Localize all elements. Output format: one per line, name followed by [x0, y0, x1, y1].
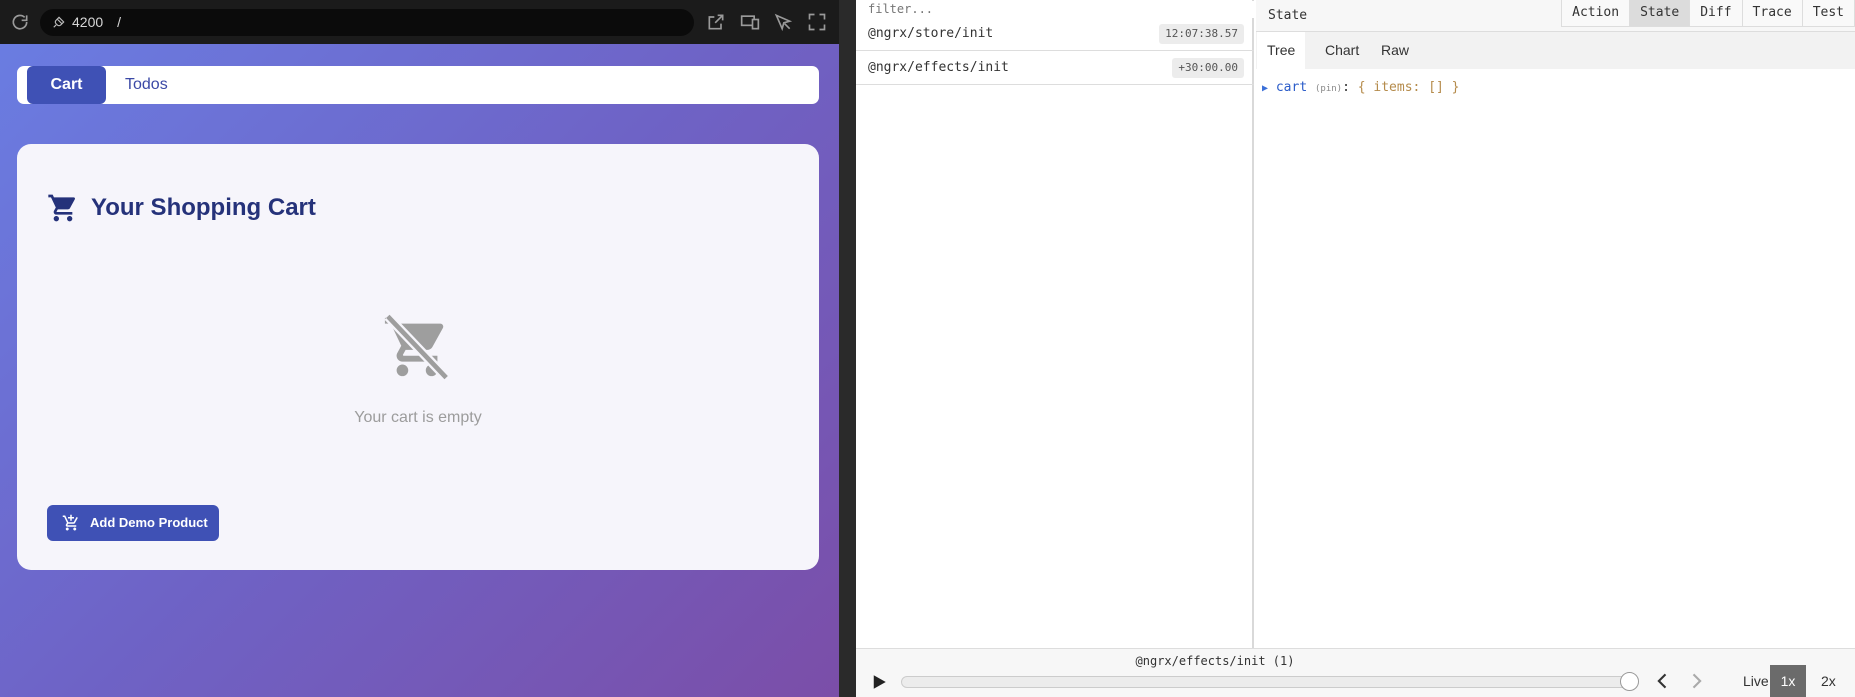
shopping-cart-icon: [48, 194, 76, 222]
plug-icon: [53, 16, 65, 28]
tab-action[interactable]: Action: [1561, 0, 1631, 27]
browser-toolbar: 4200 /: [0, 0, 839, 44]
state-pane: State Action State Diff Trace Test Tree …: [1256, 0, 1855, 648]
chevron-left-icon[interactable]: [1653, 671, 1673, 691]
port-label: 4200: [72, 14, 104, 30]
devices-icon[interactable]: [740, 12, 760, 32]
tab-raw[interactable]: Raw: [1371, 32, 1419, 69]
nav-todos-link[interactable]: Todos: [125, 66, 168, 104]
action-row[interactable]: @ngrx/effects/init +30:00.00: [856, 51, 1254, 85]
state-header-label: State: [1268, 8, 1308, 23]
expand-arrow-icon[interactable]: ▶: [1262, 83, 1268, 94]
tab-trace[interactable]: Trace: [1741, 0, 1803, 27]
action-time: 12:07:38.57: [1159, 24, 1244, 44]
add-shopping-cart-icon: [62, 514, 78, 531]
action-time: +30:00.00: [1172, 58, 1244, 78]
tab-chart[interactable]: Chart: [1315, 32, 1369, 69]
current-action-label: @ngrx/effects/init (1): [1135, 654, 1295, 668]
slider-handle[interactable]: [1620, 672, 1639, 691]
empty-cart-message: Your cart is empty: [354, 409, 482, 426]
nav-cart-button[interactable]: Cart: [27, 66, 106, 104]
action-name: @ngrx/store/init: [868, 26, 994, 41]
tab-test[interactable]: Test: [1801, 0, 1855, 27]
open-external-icon[interactable]: [706, 12, 726, 32]
slider-footer: @ngrx/effects/init (1) Live 1x 2x: [856, 648, 1855, 697]
action-name: @ngrx/effects/init: [868, 60, 1009, 75]
redux-devtools: @ngrx/store/init 12:07:38.57 @ngrx/effec…: [856, 0, 1855, 697]
tree-value: { items: [] }: [1357, 80, 1460, 95]
filter-input[interactable]: [856, 0, 1254, 18]
action-filter: [856, 0, 1254, 18]
action-list-pane: @ngrx/store/init 12:07:38.57 @ngrx/effec…: [856, 0, 1254, 648]
url-path: /: [117, 14, 122, 30]
state-header: State Action State Diff Trace Test: [1256, 0, 1855, 32]
play-icon[interactable]: [870, 673, 888, 691]
inspect-icon[interactable]: [773, 12, 793, 32]
reload-icon[interactable]: [10, 12, 30, 32]
tab-diff[interactable]: Diff: [1689, 0, 1743, 27]
pin-link[interactable]: (pin): [1315, 84, 1342, 94]
panel-splitter[interactable]: [839, 0, 856, 697]
fullscreen-icon[interactable]: [807, 12, 827, 32]
action-row[interactable]: @ngrx/store/init 12:07:38.57: [856, 17, 1254, 51]
cart-card: Your Shopping Cart Your cart is empty Ad…: [17, 144, 819, 570]
add-demo-product-label: Add Demo Product: [90, 515, 208, 530]
page-title: Your Shopping Cart: [91, 194, 316, 221]
remove-shopping-cart-icon: [384, 313, 450, 381]
tab-tree[interactable]: Tree: [1257, 32, 1306, 69]
speed-1x[interactable]: 1x: [1770, 665, 1806, 697]
tab-state[interactable]: State: [1629, 0, 1691, 27]
speed-2x[interactable]: 2x: [1812, 665, 1845, 697]
tree-key: cart: [1275, 80, 1308, 95]
timeline-slider[interactable]: [901, 676, 1638, 688]
view-tabs: Tree Chart Raw: [1256, 32, 1855, 69]
app-preview: 4200 / Cart Todos Your Shopping Cart Your…: [0, 0, 839, 697]
app-navbar: Cart Todos: [17, 66, 819, 104]
chevron-right-icon[interactable]: [1686, 671, 1706, 691]
mode-tabs: Action State Diff Trace Test: [1561, 0, 1855, 27]
add-demo-product-button[interactable]: Add Demo Product: [47, 505, 219, 541]
state-tree-node: ▶ cart (pin): { items: [] }: [1262, 80, 1460, 95]
address-bar[interactable]: 4200 /: [40, 9, 694, 36]
